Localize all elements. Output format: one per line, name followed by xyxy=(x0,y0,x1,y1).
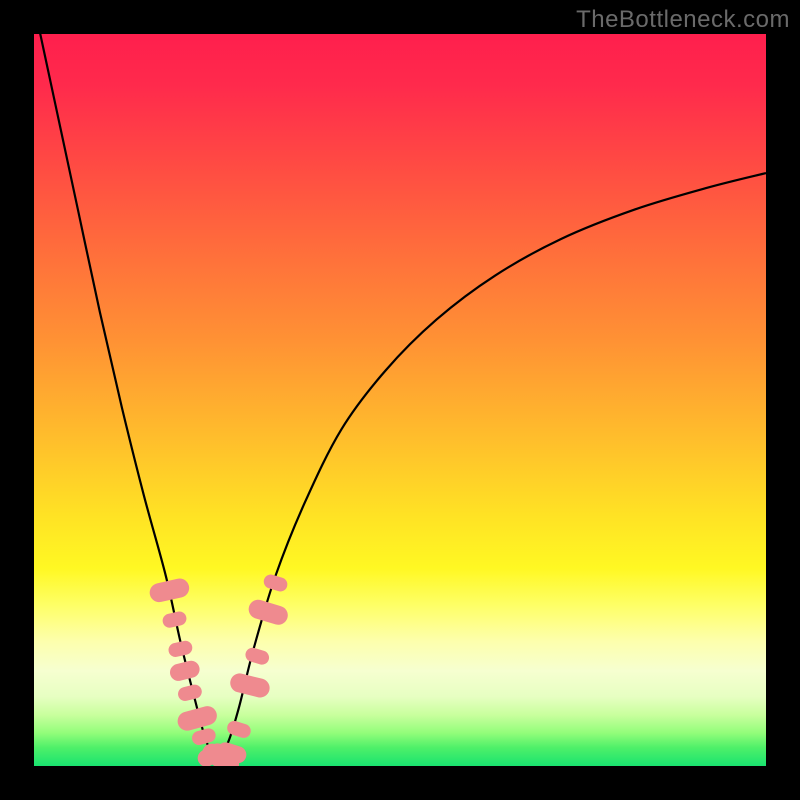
plot-area xyxy=(34,34,766,766)
gradient-background xyxy=(34,34,766,766)
chart-svg xyxy=(34,34,766,766)
chart-frame: TheBottleneck.com xyxy=(0,0,800,800)
watermark-text: TheBottleneck.com xyxy=(576,6,790,34)
